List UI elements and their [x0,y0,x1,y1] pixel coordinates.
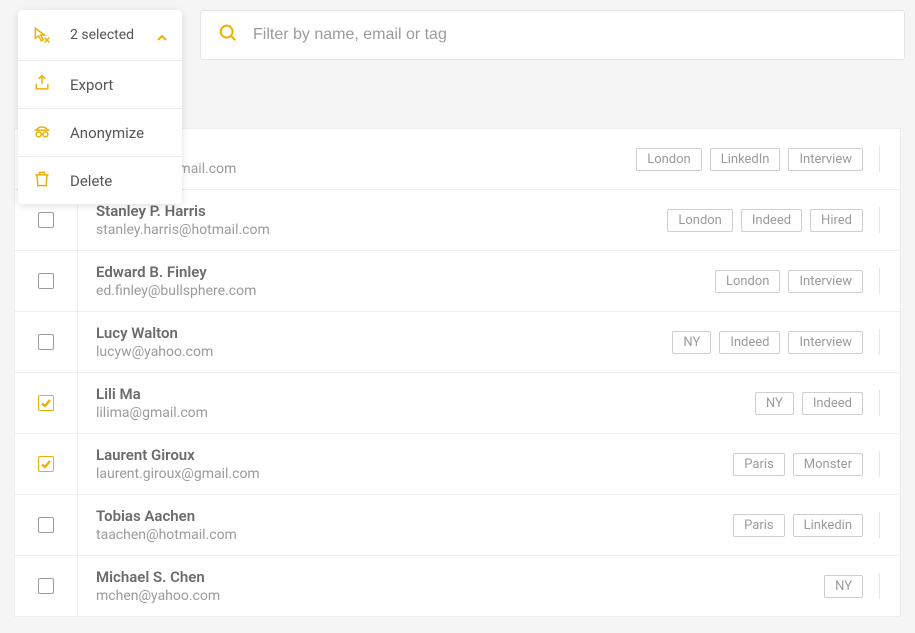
row-checkbox[interactable] [38,334,54,350]
table-row[interactable]: Lili Ma lilima@gmail.comNY Indeed [15,373,900,434]
menu-item-label: Export [70,76,113,94]
row-divider [879,329,880,355]
tag[interactable]: London [667,209,733,232]
chevron-up-icon [156,29,168,41]
tag[interactable]: Interview [788,331,863,354]
candidate-name: Lili Ma [96,385,755,403]
candidate-name: Edward B. Finley [96,263,715,281]
row-checkbox[interactable] [38,212,54,228]
candidate-email: laurent.giroux@gmail.com [96,466,733,482]
tag[interactable]: Hired [810,209,863,232]
row-checkbox[interactable] [38,578,54,594]
table-row[interactable]: Edward B. Finley ed.finley@bullsphere.com… [15,251,900,312]
candidate-info: Lucy Walton lucyw@yahoo.com [77,312,672,372]
checkbox-cell [15,395,77,411]
table-row[interactable]: Lucy Walton lucyw@yahoo.comNY Indeed Interv… [15,312,900,373]
candidate-email: stanley.harris@hotmail.com [96,222,667,238]
menu-item-anonymize[interactable]: Anonymize [18,108,182,156]
candidate-email: taachen@hotmail.com [96,527,733,543]
row-checkbox[interactable] [38,395,54,411]
candidate-name: Michael S. Chen [96,568,824,586]
tag[interactable]: NY [824,575,863,598]
tag[interactable]: London [636,148,702,171]
trash-icon [32,169,70,193]
candidate-email: lucyw@yahoo.com [96,344,672,360]
row-checkbox[interactable] [38,517,54,533]
anonymize-icon [32,121,70,145]
checkbox-cell [15,334,77,350]
tag[interactable]: NY [755,392,794,415]
cursor-icon [32,25,52,45]
tag[interactable]: London [715,270,781,293]
candidate-name: Tobias Aachen [96,507,733,525]
tag[interactable]: Interview [788,270,863,293]
candidate-info: Michael S. Chen mchen@yahoo.com [77,556,824,616]
tag[interactable]: NY [672,331,711,354]
candidate-email: mchen@yahoo.com [96,588,824,604]
tags: Paris Monster [733,453,863,476]
checkbox-cell [15,578,77,594]
row-checkbox[interactable] [38,456,54,472]
checkbox-cell [15,273,77,289]
menu-item-export[interactable]: Export [18,60,182,108]
candidate-info: Tobias Aachen taachen@hotmail.com [77,495,733,555]
row-divider [879,390,880,416]
row-divider [879,146,880,172]
tag[interactable]: Linkedin [793,514,863,537]
selection-toggle[interactable]: 2 selected [18,10,182,60]
search-icon [217,22,253,48]
table-row[interactable]: Tobias Aachen taachen@hotmail.comParis Lin… [15,495,900,556]
candidate-info: Edward B. Finley ed.finley@bullsphere.com [77,251,715,311]
row-divider [879,451,880,477]
tag[interactable]: Indeed [719,331,780,354]
tags: NY Indeed [755,392,863,415]
tag[interactable]: Indeed [741,209,802,232]
candidate-email: lilima@gmail.com [96,405,755,421]
tags: London LinkedIn Interview [636,148,863,171]
tags: NY Indeed Interview [672,331,863,354]
candidate-email: ed.finley@bullsphere.com [96,283,715,299]
tag[interactable]: Paris [733,514,784,537]
row-checkbox[interactable] [38,273,54,289]
menu-item-delete[interactable]: Delete [18,156,182,204]
export-icon [32,73,70,97]
row-divider [879,268,880,294]
candidate-info: Lili Ma lilima@gmail.com [77,373,755,433]
tags: London Interview [715,270,863,293]
checkbox-cell [15,517,77,533]
search-bar [200,10,905,60]
candidate-name: Lucy Walton [96,324,672,342]
table-row[interactable]: Michael S. Chen mchen@yahoo.comNY [15,556,900,617]
row-divider [879,512,880,538]
menu-item-label: Delete [70,172,112,190]
candidate-name: Stanley P. Harris [96,202,667,220]
menu-item-label: Anonymize [70,124,144,142]
tag[interactable]: Monster [793,453,863,476]
selection-count: 2 selected [70,27,156,43]
tags: London Indeed Hired [667,209,863,232]
tag[interactable]: Paris [733,453,784,476]
tags: NY [824,575,863,598]
tag[interactable]: LinkedIn [710,148,781,171]
tag[interactable]: Indeed [802,392,863,415]
row-divider [879,207,880,233]
row-divider [879,573,880,599]
checkbox-cell [15,456,77,472]
tag[interactable]: Interview [788,148,863,171]
candidate-info: Laurent Giroux laurent.giroux@gmail.com [77,434,733,494]
tags: Paris Linkedin [733,514,863,537]
search-input[interactable] [253,26,888,44]
table-row[interactable]: Laurent Giroux laurent.giroux@gmail.comPa… [15,434,900,495]
checkbox-cell [15,212,77,228]
selection-panel: 2 selected Export Anonymi [18,10,182,204]
candidate-name: Laurent Giroux [96,446,733,464]
